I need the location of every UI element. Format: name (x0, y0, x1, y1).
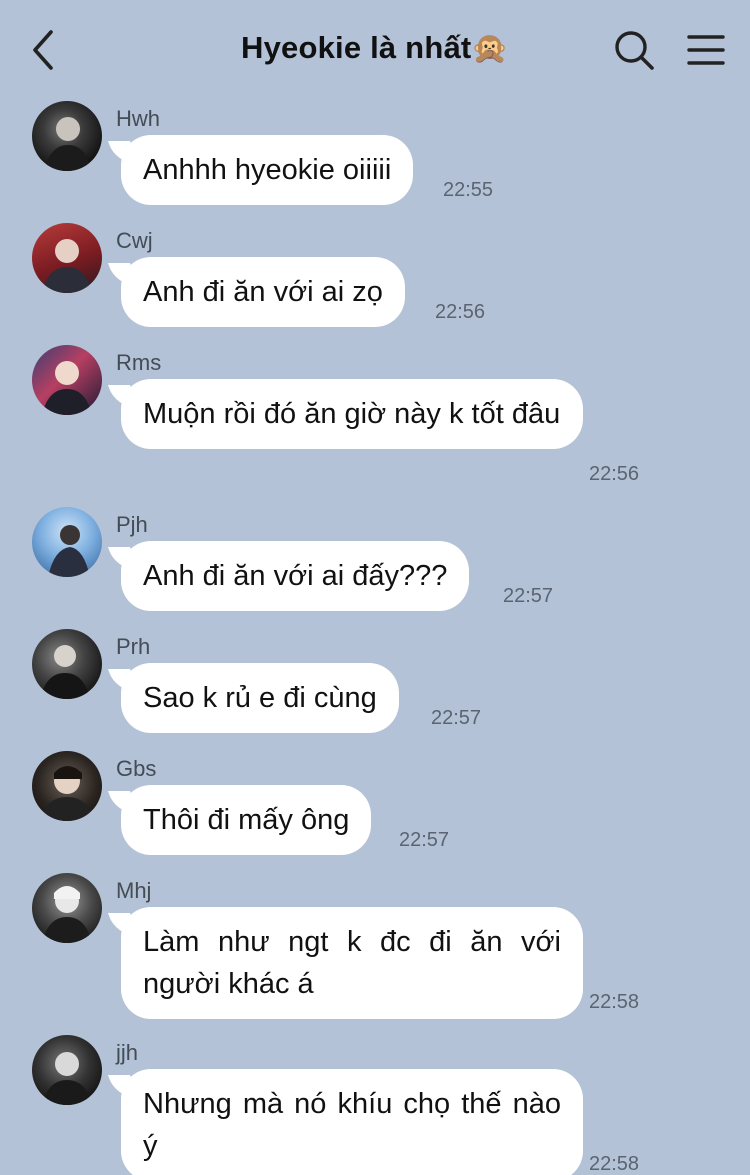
sender-name: Pjh (116, 512, 148, 537)
message-time: 22:57 (503, 585, 554, 607)
sender-name: Prh (116, 634, 151, 659)
message-bubble[interactable]: Sao k rủ e đi cùng (121, 663, 399, 733)
avatar[interactable] (32, 1035, 102, 1105)
sender-name: Cwj (116, 228, 153, 253)
search-icon (615, 31, 654, 70)
chat-header: Hyeokie là nhất🙊 (0, 0, 750, 100)
message-bubble[interactable]: Làm như ngt k đc đi ăn với người khác á (121, 907, 583, 1019)
avatar[interactable] (32, 223, 102, 293)
message-time: 22:56 (589, 463, 640, 485)
avatar[interactable] (32, 101, 102, 171)
avatar[interactable] (32, 629, 102, 699)
message-bubble[interactable]: Muộn rồi đó ăn giờ này k tốt đâu (121, 379, 583, 449)
chat-screen: Hyeokie là nhất🙊 Hwh Anhhh hyeokie oiiii… (0, 0, 750, 1175)
person-silhouette-icon (42, 239, 92, 293)
message-bubble[interactable]: Anh đi ăn với ai đấy??? (121, 541, 470, 611)
message-time: 22:55 (443, 179, 494, 201)
sender-name: Rms (116, 350, 162, 375)
sender-name: jjh (116, 1040, 139, 1065)
person-silhouette-icon (42, 1052, 92, 1105)
message-time: 22:56 (435, 301, 486, 323)
message-time: 22:57 (399, 829, 450, 851)
message-time: 22:57 (431, 707, 482, 729)
avatar[interactable] (32, 507, 102, 577)
message-bubble[interactable]: Nhưng mà nó khíu chọ thế nào ý (121, 1069, 583, 1175)
person-silhouette-icon (40, 766, 94, 821)
monkey-emoji-icon: 🙊 (471, 32, 509, 65)
menu-button[interactable] (686, 30, 726, 70)
search-button[interactable] (612, 28, 656, 72)
avatar[interactable] (32, 751, 102, 821)
person-silhouette-icon (42, 361, 92, 415)
sender-name: Hwh (116, 106, 161, 131)
sender-name: Mhj (116, 878, 152, 903)
message-bubble[interactable]: Thôi đi mấy ông (121, 785, 372, 855)
person-silhouette-icon (42, 886, 92, 943)
message-bubble[interactable]: Anh đi ăn với ai zọ (121, 257, 405, 327)
sender-name: Gbs (116, 756, 157, 781)
avatar[interactable] (32, 873, 102, 943)
avatar[interactable] (32, 345, 102, 415)
person-silhouette-icon (44, 117, 92, 171)
message-bubble[interactable]: Anhhh hyeokie oiiiii (121, 135, 414, 205)
message-time: 22:58 (589, 991, 640, 1013)
person-silhouette-icon (48, 525, 90, 577)
chat-title-text: Hyeokie là nhất (241, 30, 472, 65)
person-silhouette-icon (40, 645, 90, 699)
hamburger-menu-icon (687, 35, 725, 65)
message-time: 22:58 (589, 1153, 640, 1175)
